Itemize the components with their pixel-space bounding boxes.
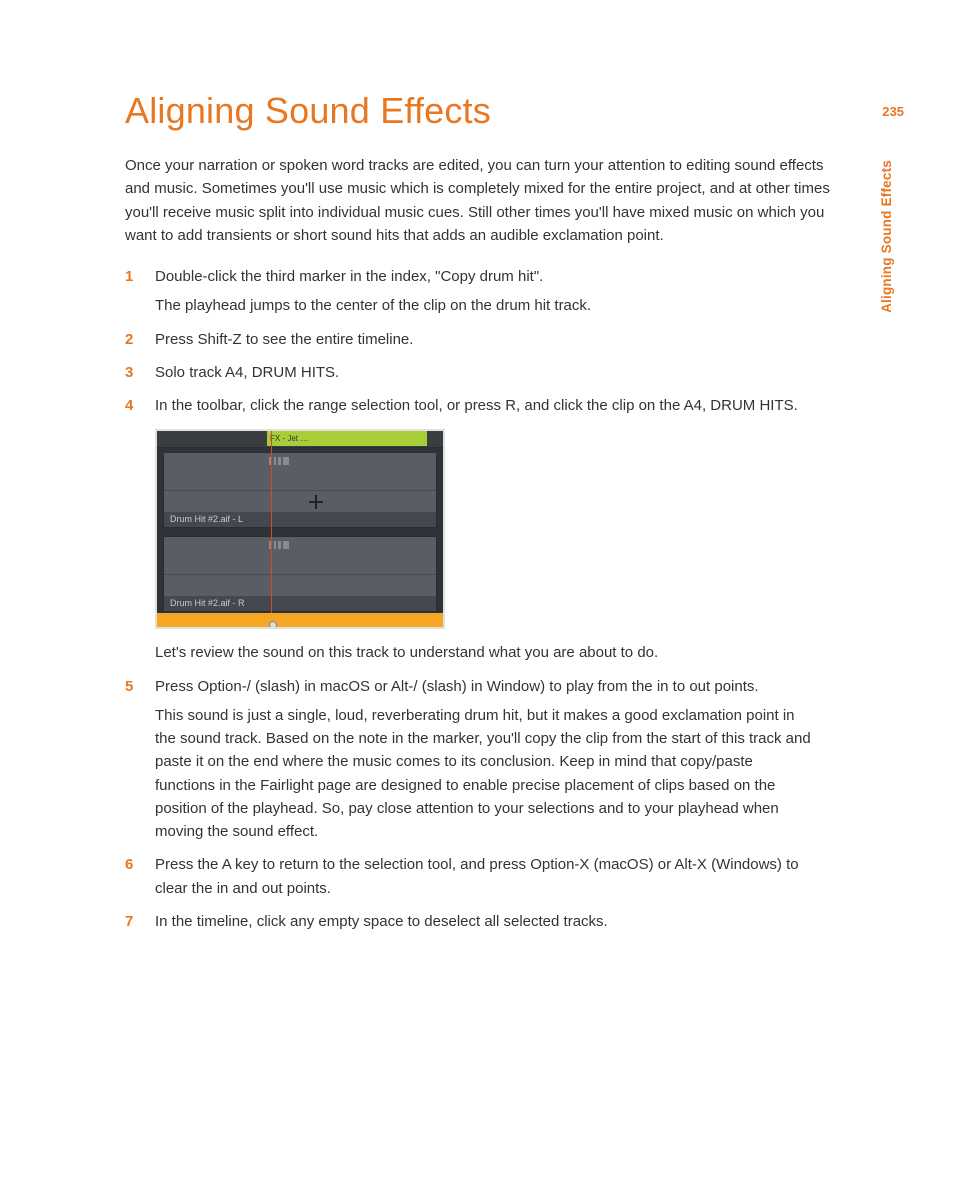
screenshot-ruler: FX - Jet … [157,431,443,448]
step-text: In the timeline, click any empty space t… [155,913,608,930]
step-subtext: The playhead jumps to the center of the … [155,294,815,317]
intro-paragraph: Once your narration or spoken word track… [125,154,845,247]
page-title: Aligning Sound Effects [125,90,491,132]
waveform-icon [269,457,309,465]
step-1: 1 Double-click the third marker in the i… [125,265,815,318]
step-text: Solo track A4, DRUM HITS. [155,364,339,381]
step-number: 5 [125,675,133,698]
step-text: In the toolbar, click the range selectio… [155,397,798,414]
step-text: Press Option-/ (slash) in macOS or Alt-/… [155,678,759,695]
track-midline [164,490,436,491]
screenshot-tracks: Drum Hit #2.aif - L Drum Hit #2.aif - R [157,448,443,613]
step-number: 2 [125,328,133,351]
steps-list: 1 Double-click the third marker in the i… [125,265,815,933]
step-text: Double-click the third marker in the ind… [155,268,543,285]
step-7: 7 In the timeline, click any empty space… [125,910,815,933]
step-number: 7 [125,910,133,933]
step-2: 2 Press Shift-Z to see the entire timeli… [125,328,815,351]
clip-fx-jet: FX - Jet … [267,431,427,446]
step-number: 4 [125,394,133,417]
step-aftertext: Let's review the sound on this track to … [155,641,815,664]
step-number: 1 [125,265,133,288]
step-text: Press Shift-Z to see the entire timeline… [155,331,413,348]
page-number: 235 [882,104,904,119]
screenshot-bottom-clip [157,613,443,627]
step-text: Press the A key to return to the selecti… [155,856,799,896]
track-label: Drum Hit #2.aif - L [164,512,436,527]
step-5: 5 Press Option-/ (slash) in macOS or Alt… [125,675,815,844]
track-midline [164,574,436,575]
step-subtext: This sound is just a single, loud, rever… [155,704,815,844]
step-6: 6 Press the A key to return to the selec… [125,853,815,900]
page-content: Aligning Sound Effects 235 Once your nar… [0,0,954,933]
waveform-icon [269,541,309,549]
step-3: 3 Solo track A4, DRUM HITS. [125,361,815,384]
header-row: Aligning Sound Effects 235 [125,90,854,154]
scrub-handle-icon [269,621,277,629]
step-number: 6 [125,853,133,876]
step-number: 3 [125,361,133,384]
step-4: 4 In the toolbar, click the range select… [125,394,815,665]
track-drum-hit-r: Drum Hit #2.aif - R [163,536,437,612]
track-drum-hit-l: Drum Hit #2.aif - L [163,452,437,528]
timeline-screenshot: FX - Jet … Drum Hit #2.aif - L Drum Hit … [155,429,445,629]
side-section-label: Aligning Sound Effects [879,160,894,313]
playhead-icon [271,431,272,613]
track-label: Drum Hit #2.aif - R [164,596,436,611]
range-cursor-icon [309,495,323,509]
